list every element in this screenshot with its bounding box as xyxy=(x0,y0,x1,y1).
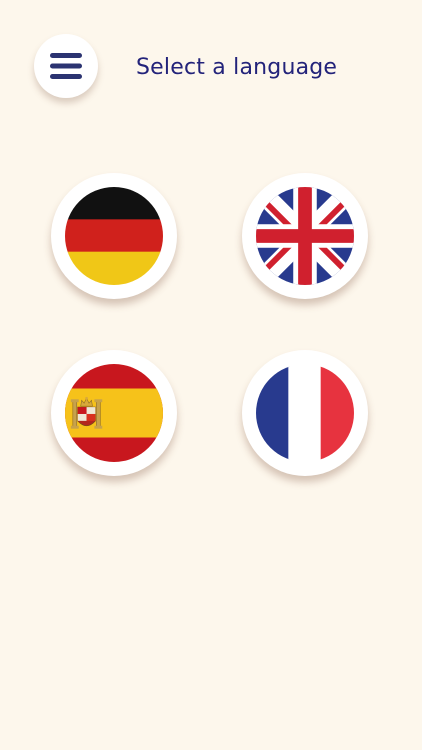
menu-button[interactable] xyxy=(34,34,98,98)
spain-flag-icon xyxy=(65,364,163,462)
france-flag-icon xyxy=(256,364,354,462)
language-button-german[interactable] xyxy=(51,173,177,299)
page-title: Select a language xyxy=(136,55,338,80)
hamburger-menu-icon xyxy=(50,53,82,79)
language-button-french[interactable] xyxy=(242,350,368,476)
language-button-spanish[interactable] xyxy=(51,350,177,476)
language-button-english[interactable] xyxy=(242,173,368,299)
germany-flag-icon xyxy=(65,187,163,285)
united-kingdom-flag-icon xyxy=(256,187,354,285)
coat-of-arms-icon xyxy=(70,396,103,429)
